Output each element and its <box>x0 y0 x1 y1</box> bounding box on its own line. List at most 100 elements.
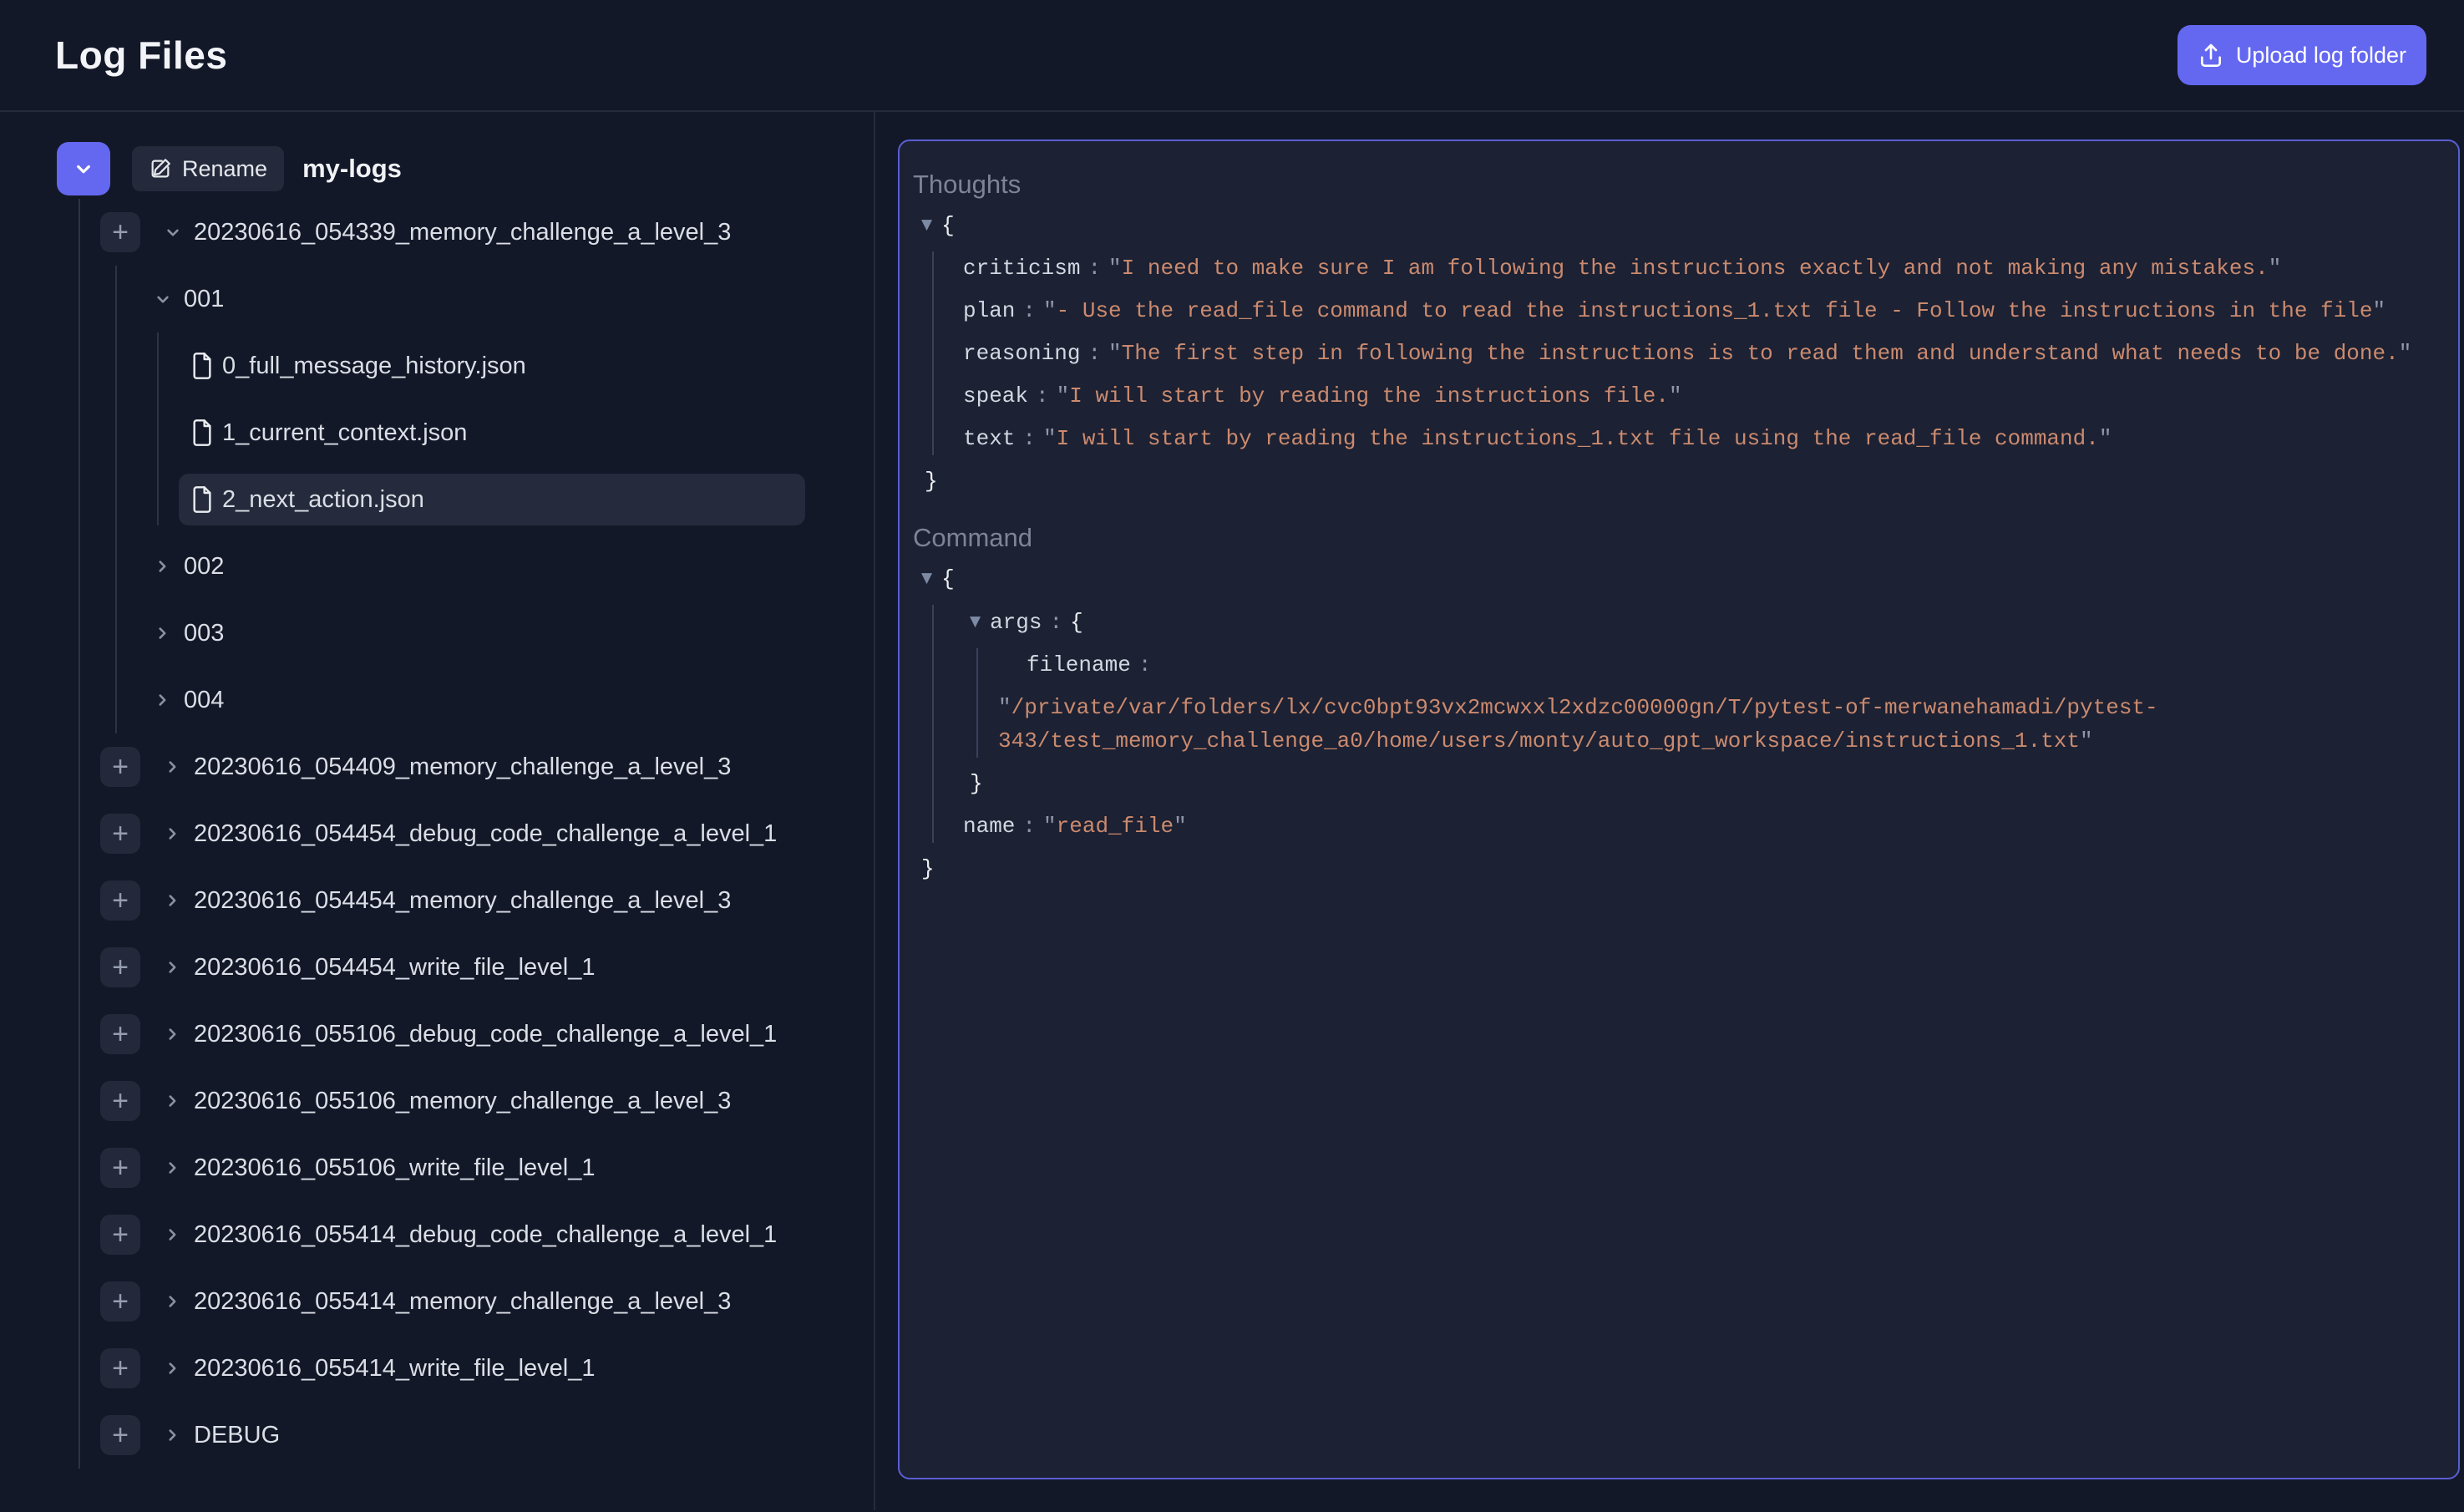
expand-all-button[interactable]: + <box>100 1415 140 1455</box>
json-colon: : <box>1050 610 1063 635</box>
tree-run-002[interactable]: 002 <box>152 533 874 600</box>
run-label: 002 <box>184 553 224 581</box>
json-colon: : <box>1036 383 1049 408</box>
close-brace: } <box>970 771 983 796</box>
tree-run-003[interactable]: 003 <box>152 600 874 667</box>
command-section-label: Command <box>913 523 2440 553</box>
chevron-right-icon[interactable] <box>162 1224 184 1246</box>
expand-all-button[interactable]: + <box>100 212 140 252</box>
rename-button-label: Rename <box>182 156 267 182</box>
expand-all-button[interactable]: + <box>100 947 140 987</box>
chevron-down-icon <box>71 156 96 181</box>
chevron-right-icon[interactable] <box>152 622 174 644</box>
tree-folder-debug[interactable]: + DEBUG <box>100 1402 874 1469</box>
chevron-right-icon[interactable] <box>162 1090 184 1112</box>
json-colon: : <box>1138 652 1152 677</box>
rename-button[interactable]: Rename <box>132 146 284 191</box>
folder-label: 20230616_054454_write_file_level_1 <box>194 954 596 982</box>
tree-run-001[interactable]: 001 <box>152 266 874 332</box>
log-tree: + 20230616_054339_memory_challenge_a_lev… <box>79 199 874 1469</box>
chevron-right-icon[interactable] <box>162 890 184 911</box>
json-entry-speak: speak:I will start by reading the instru… <box>963 379 2440 413</box>
json-colon: : <box>1022 426 1036 451</box>
json-string-value: I will start by reading the instructions… <box>1057 383 1682 408</box>
thoughts-json-viewer: ▼ { criticism:I need to make sure I am fo… <box>921 208 2440 498</box>
json-key: name <box>963 814 1015 839</box>
json-colon: : <box>1088 256 1101 281</box>
chevron-right-icon[interactable] <box>162 1023 184 1045</box>
run-label: 003 <box>184 620 224 647</box>
tree-folder-054454-debug[interactable]: + 20230616_054454_debug_code_challenge_a… <box>100 800 874 867</box>
collapse-triangle-icon[interactable]: ▼ <box>921 208 932 241</box>
file-icon <box>190 486 214 513</box>
tree-folder-055106-memory[interactable]: + 20230616_055106_memory_challenge_a_lev… <box>100 1068 874 1134</box>
tree-folder-055414-memory[interactable]: + 20230616_055414_memory_challenge_a_lev… <box>100 1268 874 1335</box>
tree-folder-054454-write[interactable]: + 20230616_054454_write_file_level_1 <box>100 934 874 1001</box>
upload-log-folder-button[interactable]: Upload log folder <box>2178 25 2426 85</box>
chevron-right-icon[interactable] <box>162 1291 184 1312</box>
json-string-value: I will start by reading the instructions… <box>1043 426 2112 451</box>
file-icon <box>190 419 214 446</box>
subtree-001-files: 0_full_message_history.json 1_current_co… <box>157 332 874 525</box>
args-json-body: filename: /private/var/folders/lx/cvc0bp… <box>976 648 2440 758</box>
subtree-054339: 001 0_full_message_history.json <box>115 266 874 733</box>
file-label: 0_full_message_history.json <box>222 353 526 380</box>
tree-run-004[interactable]: 004 <box>152 667 874 733</box>
edit-pencil-icon <box>149 157 172 180</box>
next-action-panel: Thoughts ▼ { criticism:I need to make sur… <box>898 140 2460 1479</box>
expand-all-button[interactable]: + <box>100 1348 140 1388</box>
expand-all-button[interactable]: + <box>100 1148 140 1188</box>
json-key: text <box>963 426 1015 451</box>
thoughts-section-label: Thoughts <box>913 170 2440 200</box>
chevron-down-icon[interactable] <box>162 221 184 243</box>
file-row-full-message-history[interactable]: 0_full_message_history.json <box>190 332 874 399</box>
json-colon: : <box>1022 298 1036 323</box>
json-entry-plan: plan:- Use the read_file command to read… <box>963 294 2440 327</box>
folder-label: 20230616_055106_write_file_level_1 <box>194 1154 596 1182</box>
tree-folder-055106-write[interactable]: + 20230616_055106_write_file_level_1 <box>100 1134 874 1201</box>
log-tree-pane: Rename my-logs + 20230616_054339_memory_… <box>0 112 875 1510</box>
root-folder-row: Rename my-logs <box>57 142 874 195</box>
chevron-right-icon[interactable] <box>162 1157 184 1179</box>
json-string-value: I need to make sure I am following the i… <box>1108 256 2281 281</box>
expand-all-button[interactable]: + <box>100 1014 140 1054</box>
open-brace: { <box>941 213 955 238</box>
json-key: plan <box>963 298 1015 323</box>
expand-all-button[interactable]: + <box>100 1081 140 1121</box>
chevron-right-icon[interactable] <box>152 689 174 711</box>
chevron-down-icon[interactable] <box>152 288 174 310</box>
run-label: 004 <box>184 687 224 714</box>
file-row-current-context[interactable]: 1_current_context.json <box>190 399 874 466</box>
chevron-right-icon[interactable] <box>162 956 184 978</box>
json-entry-criticism: criticism:I need to make sure I am follo… <box>963 251 2440 285</box>
expand-all-button[interactable]: + <box>100 747 140 787</box>
folder-label: 20230616_055414_write_file_level_1 <box>194 1355 596 1383</box>
expand-all-button[interactable]: + <box>100 814 140 854</box>
chevron-right-icon[interactable] <box>152 556 174 577</box>
chevron-right-icon[interactable] <box>162 756 184 778</box>
json-entry-reasoning: reasoning:The first step in following th… <box>963 337 2440 370</box>
expand-all-button[interactable]: + <box>100 1281 140 1322</box>
tree-folder-055414-write[interactable]: + 20230616_055414_write_file_level_1 <box>100 1335 874 1402</box>
collapse-triangle-icon[interactable]: ▼ <box>970 605 981 638</box>
tree-folder-054454-memory[interactable]: + 20230616_054454_memory_challenge_a_lev… <box>100 867 874 934</box>
file-icon <box>190 353 214 379</box>
file-label: 2_next_action.json <box>222 486 424 514</box>
chevron-right-icon[interactable] <box>162 823 184 845</box>
file-row-next-action-selected[interactable]: 2_next_action.json <box>179 474 805 525</box>
collapse-triangle-icon[interactable]: ▼ <box>921 561 932 595</box>
json-key: args <box>990 610 1042 635</box>
command-json-body: ▼args:{ filename: /private/var/folders/l… <box>932 605 2440 843</box>
page-title: Log Files <box>55 33 227 78</box>
chevron-right-icon[interactable] <box>162 1357 184 1379</box>
tree-folder-055414-debug[interactable]: + 20230616_055414_debug_code_challenge_a… <box>100 1201 874 1268</box>
filename-value: /private/var/folders/lx/cvc0bpt93vx2mcwx… <box>998 691 2440 758</box>
tree-folder-054339[interactable]: + 20230616_054339_memory_challenge_a_lev… <box>100 199 874 266</box>
tree-folder-054409-memory[interactable]: + 20230616_054409_memory_challenge_a_lev… <box>100 733 874 800</box>
expand-all-button[interactable]: + <box>100 880 140 921</box>
tree-folder-055106-debug[interactable]: + 20230616_055106_debug_code_challenge_a… <box>100 1001 874 1068</box>
close-brace: } <box>921 856 935 881</box>
chevron-right-icon[interactable] <box>162 1424 184 1446</box>
root-collapse-button[interactable] <box>57 142 110 195</box>
expand-all-button[interactable]: + <box>100 1215 140 1255</box>
